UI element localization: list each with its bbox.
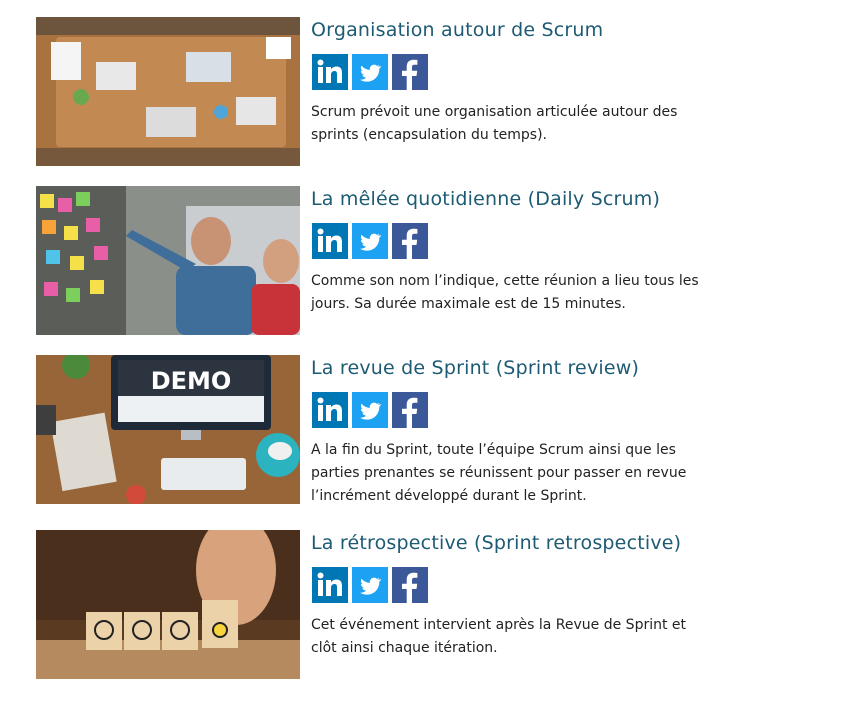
twitter-icon [352, 54, 388, 90]
twitter-share-button[interactable] [352, 392, 388, 428]
article-item: La mêlée quotidienne (Daily Scrum) Comme… [36, 186, 716, 335]
article-title[interactable]: La mêlée quotidienne (Daily Scrum) [311, 186, 660, 212]
article-thumbnail[interactable] [36, 17, 300, 166]
twitter-share-button[interactable] [352, 223, 388, 259]
wooden-cubes-photo [36, 530, 300, 679]
demo-desk-photo: DEMO [36, 355, 300, 504]
twitter-icon [352, 567, 388, 603]
linkedin-icon [312, 54, 348, 90]
linkedin-share-button[interactable] [312, 567, 348, 603]
linkedin-icon [312, 567, 348, 603]
article-title[interactable]: Organisation autour de Scrum [311, 17, 603, 43]
article-description: Scrum prévoit une organisation articulée… [311, 104, 678, 143]
facebook-icon [392, 54, 428, 90]
facebook-icon [392, 567, 428, 603]
article-item: La rétrospective (Sprint retrospective) … [36, 530, 716, 679]
article-item: Organisation autour de Scrum Scrum prévo… [36, 17, 716, 166]
article-thumbnail[interactable]: DEMO [36, 355, 300, 504]
facebook-share-button[interactable] [392, 392, 428, 428]
facebook-icon [392, 223, 428, 259]
demo-screen-text: DEMO [151, 367, 232, 395]
facebook-share-button[interactable] [392, 54, 428, 90]
linkedin-icon [312, 223, 348, 259]
team-meeting-table-photo [36, 17, 300, 166]
share-buttons [312, 567, 428, 603]
facebook-icon [392, 392, 428, 428]
share-buttons [312, 223, 428, 259]
sticky-notes-wall-photo [36, 186, 300, 335]
facebook-share-button[interactable] [392, 223, 428, 259]
share-buttons [312, 392, 428, 428]
twitter-share-button[interactable] [352, 54, 388, 90]
linkedin-icon [312, 392, 348, 428]
article-description: Comme son nom l’indique, cette réunion a… [311, 273, 699, 312]
twitter-share-button[interactable] [352, 567, 388, 603]
twitter-icon [352, 392, 388, 428]
linkedin-share-button[interactable] [312, 223, 348, 259]
linkedin-share-button[interactable] [312, 392, 348, 428]
article-description: Cet événement intervient après la Revue … [311, 617, 687, 656]
share-buttons [312, 54, 428, 90]
article-title[interactable]: La rétrospective (Sprint retrospective) [311, 530, 681, 556]
article-item: DEMO La revue de Sprint (Sprint review) … [36, 355, 716, 504]
facebook-share-button[interactable] [392, 567, 428, 603]
article-thumbnail[interactable] [36, 186, 300, 335]
article-description: A la fin du Sprint, toute l’équipe Scrum… [311, 442, 687, 504]
linkedin-share-button[interactable] [312, 54, 348, 90]
twitter-icon [352, 223, 388, 259]
article-thumbnail[interactable] [36, 530, 300, 679]
article-title[interactable]: La revue de Sprint (Sprint review) [311, 355, 639, 381]
